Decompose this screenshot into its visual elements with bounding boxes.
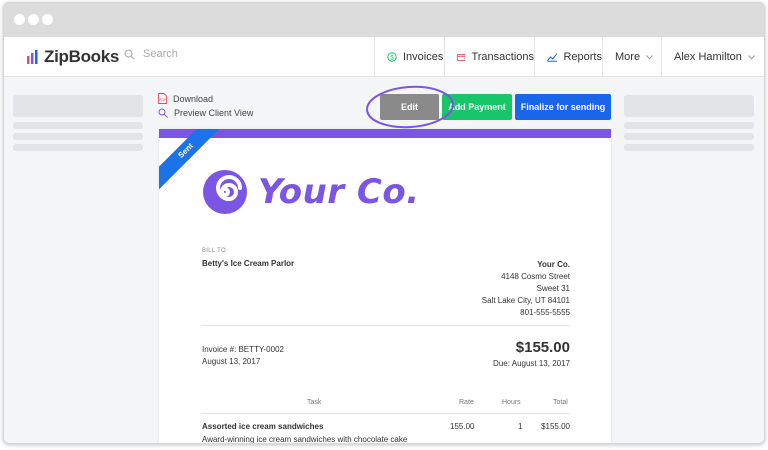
chevron-down-icon xyxy=(747,54,755,60)
company-phone: 801-555-5555 xyxy=(520,308,570,317)
company-address-block: Your Co. 4148 Cosmo Street Sweet 31 Salt… xyxy=(409,259,570,319)
company-logo-text: Your Co. xyxy=(258,172,420,212)
user-menu[interactable]: Alex Hamilton xyxy=(661,37,764,77)
highlight-circle-annotation xyxy=(366,85,454,129)
swirl-logo-icon xyxy=(203,170,247,214)
invoice-document: Sent Your Co. BILL TO Betty's Ice Cream … xyxy=(159,129,611,444)
download-link[interactable]: PDF Download xyxy=(158,93,213,104)
company-address-line2: Sweet 31 xyxy=(536,284,570,293)
invoice-date: August 13, 2017 xyxy=(202,357,261,366)
magnifier-icon xyxy=(158,108,168,118)
company-city: Salt Lake City, UT 84101 xyxy=(481,296,570,305)
skeleton-block xyxy=(13,95,143,117)
nav-reports[interactable]: Reports xyxy=(534,37,602,77)
invoice-number: Invoice #: BETTY-0002 xyxy=(202,345,284,354)
invoice-total-block: $155.00 Due: August 13, 2017 xyxy=(439,339,570,368)
company-address-line1: 4148 Cosmo Street xyxy=(501,272,570,281)
window-control-dot[interactable] xyxy=(28,14,39,25)
nav-reports-label: Reports xyxy=(563,51,602,63)
preview-client-view-link[interactable]: Preview Client View xyxy=(158,108,253,118)
nav-transactions[interactable]: Transactions xyxy=(444,37,534,77)
invoice-accent-bar xyxy=(159,129,611,138)
skeleton-line xyxy=(13,122,143,129)
company-logo: Your Co. xyxy=(202,169,420,215)
dollar-circle-icon: $ xyxy=(387,52,397,62)
search-placeholder: Search xyxy=(143,48,178,60)
column-header-task: Task xyxy=(307,399,322,406)
finalize-label: Finalize for sending xyxy=(520,102,606,112)
company-name: Your Co. xyxy=(537,260,570,269)
app-name: ZipBooks xyxy=(44,47,120,66)
window-control-dot[interactable] xyxy=(42,14,53,25)
line-item-rate: 155.00 xyxy=(450,422,475,431)
chart-icon xyxy=(547,53,558,62)
column-header-hours: Hours xyxy=(502,399,521,406)
bill-to-label: BILL TO xyxy=(202,248,227,254)
top-navbar: ZipBooks Search $ Invoices Transactions xyxy=(4,37,764,77)
skeleton-line xyxy=(13,133,143,140)
user-name: Alex Hamilton xyxy=(674,51,742,63)
bar-chart-logo-icon xyxy=(27,50,38,64)
preview-label: Preview Client View xyxy=(174,108,254,118)
skeleton-line xyxy=(624,144,754,151)
search-box[interactable]: Search xyxy=(124,48,178,60)
skeleton-line xyxy=(624,133,754,140)
main-content: PDF Download Preview Client View Edit Ad… xyxy=(4,78,764,444)
finalize-button[interactable]: Finalize for sending xyxy=(515,94,611,120)
search-icon xyxy=(124,49,135,59)
line-item-description: Award-winning ice cream sandwiches with … xyxy=(202,435,408,444)
client-name: Betty's Ice Cream Parlor xyxy=(202,259,295,268)
divider xyxy=(202,325,570,326)
skeleton-line xyxy=(624,122,754,129)
nav-more-label: More xyxy=(615,51,641,63)
table-divider xyxy=(202,413,570,414)
nav-invoices-label: Invoices xyxy=(403,51,444,63)
download-label: Download xyxy=(173,93,214,104)
invoice-meta: Invoice #: BETTY-0002 August 13, 2017 xyxy=(202,344,284,368)
skeleton-block xyxy=(624,95,754,117)
column-header-rate: Rate xyxy=(459,399,474,406)
app-window: ZipBooks Search $ Invoices Transactions xyxy=(3,2,765,444)
credit-card-icon xyxy=(457,53,466,61)
nav-invoices[interactable]: $ Invoices xyxy=(374,37,444,77)
nav-transactions-label: Transactions xyxy=(471,51,534,63)
nav-more-dropdown[interactable]: More xyxy=(602,37,660,77)
skeleton-line xyxy=(13,144,143,151)
window-control-dot[interactable] xyxy=(14,14,25,25)
invoice-due-date: Due: August 13, 2017 xyxy=(493,359,570,368)
column-header-total: Total xyxy=(553,399,568,406)
pdf-file-icon: PDF xyxy=(158,93,167,104)
app-logo[interactable]: ZipBooks xyxy=(26,47,119,67)
chevron-down-icon xyxy=(646,54,653,60)
invoice-total: $155.00 xyxy=(515,339,570,356)
window-titlebar xyxy=(4,3,764,37)
line-item-total: $155.00 xyxy=(541,422,570,431)
svg-text:PDF: PDF xyxy=(159,98,166,102)
line-item-task: Assorted ice cream sandwiches xyxy=(202,422,324,431)
